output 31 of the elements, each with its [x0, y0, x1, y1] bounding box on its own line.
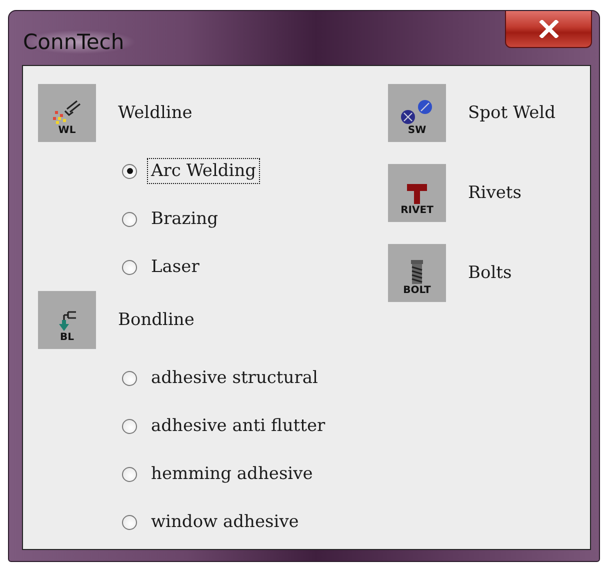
spot-weld-button[interactable]: SW — [388, 84, 446, 142]
section-label: Bondline — [118, 310, 194, 330]
close-button[interactable] — [505, 11, 592, 48]
radio-label[interactable]: adhesive structural — [147, 365, 322, 391]
radio-button[interactable] — [122, 370, 137, 386]
radio-label[interactable]: Arc Welding — [147, 158, 260, 184]
radio-label[interactable]: Brazing — [147, 206, 222, 232]
radio-label[interactable]: window adhesive — [147, 509, 303, 535]
radio-label[interactable]: hemming adhesive — [147, 461, 317, 487]
radio-button[interactable] — [122, 418, 137, 434]
section-label: Spot Weld — [468, 103, 556, 123]
weld-torch-icon — [52, 100, 82, 125]
glue-gun-button[interactable]: BL — [38, 291, 96, 349]
bolt-button[interactable]: BOLT — [388, 244, 446, 302]
radio-label[interactable]: adhesive anti flutter — [147, 413, 330, 439]
radio-button[interactable] — [122, 466, 137, 482]
radio-button[interactable] — [122, 212, 137, 226]
bolt-icon — [410, 259, 424, 285]
rivet-button[interactable]: RIVET — [388, 164, 446, 222]
glue-gun-icon — [58, 311, 76, 332]
radio-button[interactable] — [122, 260, 137, 274]
radio-label[interactable]: Laser — [147, 254, 204, 280]
radio-button[interactable] — [122, 164, 137, 178]
radio-button[interactable] — [122, 514, 137, 530]
rivet-icon — [406, 183, 428, 205]
spot-weld-icon — [400, 99, 434, 125]
section-label: Rivets — [468, 183, 522, 203]
close-icon — [538, 20, 558, 38]
section-label: Weldline — [118, 103, 192, 123]
weld-torch-button[interactable]: WL — [38, 84, 96, 142]
section-label: Bolts — [468, 263, 512, 283]
